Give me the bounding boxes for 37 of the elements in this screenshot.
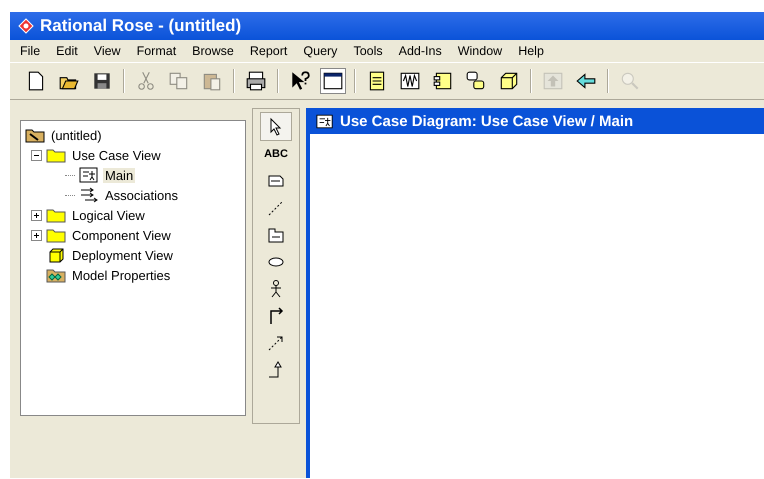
window-icon[interactable] xyxy=(321,69,345,93)
plus-icon[interactable] xyxy=(31,230,42,240)
tree-item[interactable]: Use Case View xyxy=(70,148,163,162)
folder-icon xyxy=(25,127,45,143)
folder-icon xyxy=(46,227,66,243)
folder-icon xyxy=(46,207,66,223)
tree-item[interactable]: Model Properties xyxy=(70,268,172,282)
menu-item[interactable]: Tools xyxy=(345,44,391,58)
diamond-icon xyxy=(18,18,34,34)
plus-icon[interactable] xyxy=(31,210,42,220)
text-tool[interactable]: ABC xyxy=(261,140,291,167)
menu-item[interactable]: Help xyxy=(510,44,552,58)
tree-item[interactable]: Associations xyxy=(103,188,180,202)
menu-item[interactable]: Edit xyxy=(48,44,86,58)
menu-item[interactable]: Format xyxy=(128,44,184,58)
menu-item[interactable]: Add-Ins xyxy=(390,44,450,58)
arrows-icon xyxy=(79,187,99,203)
diagram-title: Use Case Diagram: Use Case View / Main xyxy=(340,112,634,130)
folder-icon xyxy=(46,147,66,163)
menu-item[interactable]: Report xyxy=(242,44,296,58)
tree-item[interactable]: Component View xyxy=(70,228,173,242)
diagram-icon xyxy=(316,114,334,128)
tree-item[interactable]: Logical View xyxy=(70,208,147,222)
tool-button[interactable] xyxy=(261,113,291,140)
tree-item[interactable]: Deployment View xyxy=(70,248,175,262)
properties-icon xyxy=(46,267,66,283)
menu-item[interactable]: View xyxy=(86,44,129,58)
minus-icon[interactable] xyxy=(31,150,42,160)
print-icon[interactable] xyxy=(244,69,268,93)
menu-item[interactable]: Window xyxy=(450,44,510,58)
menu-item[interactable]: File xyxy=(12,44,48,58)
menu-item[interactable]: Query xyxy=(295,44,346,58)
tree-item[interactable]: (untitled) xyxy=(49,128,104,142)
menu-item[interactable]: Browse xyxy=(184,44,242,58)
tree-item[interactable]: Main xyxy=(103,168,136,182)
window-title: Rational Rose - (untitled) xyxy=(40,16,242,36)
diagram-icon xyxy=(79,167,99,183)
